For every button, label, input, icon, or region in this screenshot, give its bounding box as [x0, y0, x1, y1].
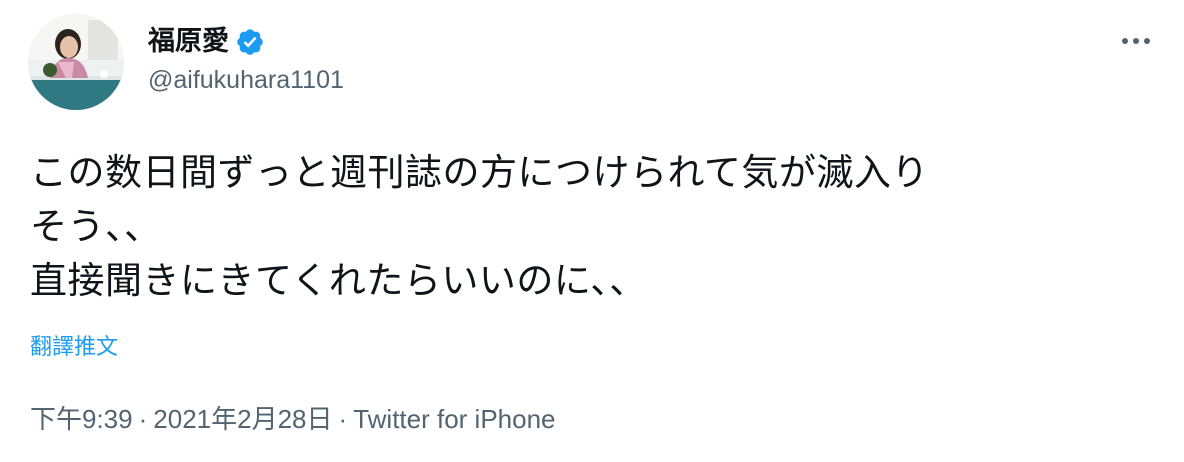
more-options-icon: [1122, 38, 1150, 44]
user-handle[interactable]: @aifukuhara1101: [148, 62, 344, 98]
meta-separator: ·: [138, 404, 148, 434]
display-name[interactable]: 福原愛: [148, 24, 229, 60]
meta-separator: ·: [338, 404, 348, 434]
verified-badge-icon: [235, 27, 265, 57]
translate-tweet-link[interactable]: 翻譯推文: [30, 333, 118, 363]
more-options-button[interactable]: [1118, 26, 1154, 56]
tweet-text: この数日間ずっと週刊誌の方につけられて気が滅入り そう、、 直接聞きにきてくれた…: [30, 151, 929, 302]
name-row: 福原愛: [148, 24, 265, 60]
tweet-card: 福原愛 @aifukuhara1101 この数日間ずっと週刊誌の方につけられて気…: [0, 0, 1184, 462]
tweet-meta: 下午9:39 · 2021年2月28日 · Twitter for iPhone: [30, 402, 556, 436]
tweet-source[interactable]: Twitter for iPhone: [353, 402, 555, 436]
tweet-time[interactable]: 下午9:39: [30, 402, 133, 436]
avatar[interactable]: [28, 14, 124, 110]
avatar-photo: [28, 14, 124, 110]
tweet-date[interactable]: 2021年2月28日: [153, 402, 332, 436]
